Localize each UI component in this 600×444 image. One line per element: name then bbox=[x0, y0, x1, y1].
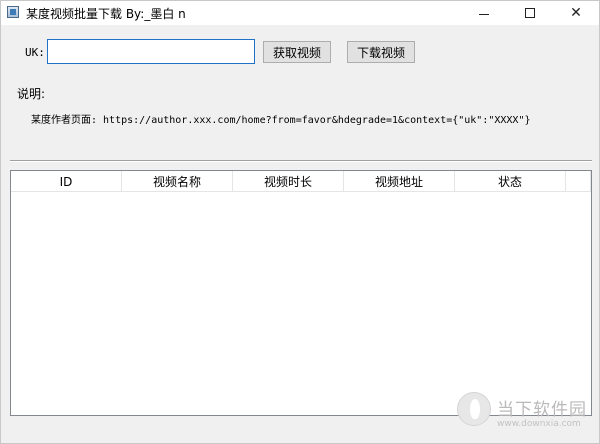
column-header-filler bbox=[566, 171, 591, 192]
table-header: ID 视频名称 视频时长 视频地址 状态 bbox=[11, 171, 591, 192]
watermark-brand: 当下软件园 bbox=[497, 400, 587, 420]
minimize-icon bbox=[479, 13, 489, 15]
close-button[interactable]: ✕ bbox=[553, 1, 599, 25]
fetch-videos-button[interactable]: 获取视频 bbox=[263, 41, 331, 63]
description-text: 某度作者页面: https://author.xxx.com/home?from… bbox=[31, 115, 531, 126]
maximize-button[interactable] bbox=[507, 1, 553, 25]
watermark-url: www.downxia.com bbox=[497, 419, 581, 429]
app-icon bbox=[7, 6, 19, 18]
watermark-logo-icon bbox=[457, 392, 491, 426]
window-title: 某度视频批量下载 By:_墨白 n bbox=[26, 7, 186, 21]
download-videos-button[interactable]: 下载视频 bbox=[347, 41, 415, 63]
divider bbox=[10, 160, 592, 162]
uk-label: UK: bbox=[25, 46, 45, 59]
close-icon: ✕ bbox=[570, 5, 582, 21]
column-header-status[interactable]: 状态 bbox=[455, 171, 566, 192]
maximize-icon bbox=[525, 8, 535, 18]
watermark: 当下软件园 www.downxia.com bbox=[457, 392, 593, 436]
column-header-id[interactable]: ID bbox=[11, 171, 122, 192]
app-window: 某度视频批量下载 By:_墨白 n ✕ UK: 获取视频 下载视频 说明: 某度… bbox=[0, 0, 600, 444]
video-table[interactable]: ID 视频名称 视频时长 视频地址 状态 bbox=[10, 170, 592, 416]
column-header-video-duration[interactable]: 视频时长 bbox=[233, 171, 344, 192]
minimize-button[interactable] bbox=[461, 1, 507, 25]
column-header-video-url[interactable]: 视频地址 bbox=[344, 171, 455, 192]
description-label: 说明: bbox=[17, 87, 46, 101]
column-header-video-name[interactable]: 视频名称 bbox=[122, 171, 233, 192]
title-bar: 某度视频批量下载 By:_墨白 n ✕ bbox=[1, 1, 599, 25]
uk-input[interactable] bbox=[47, 39, 255, 64]
